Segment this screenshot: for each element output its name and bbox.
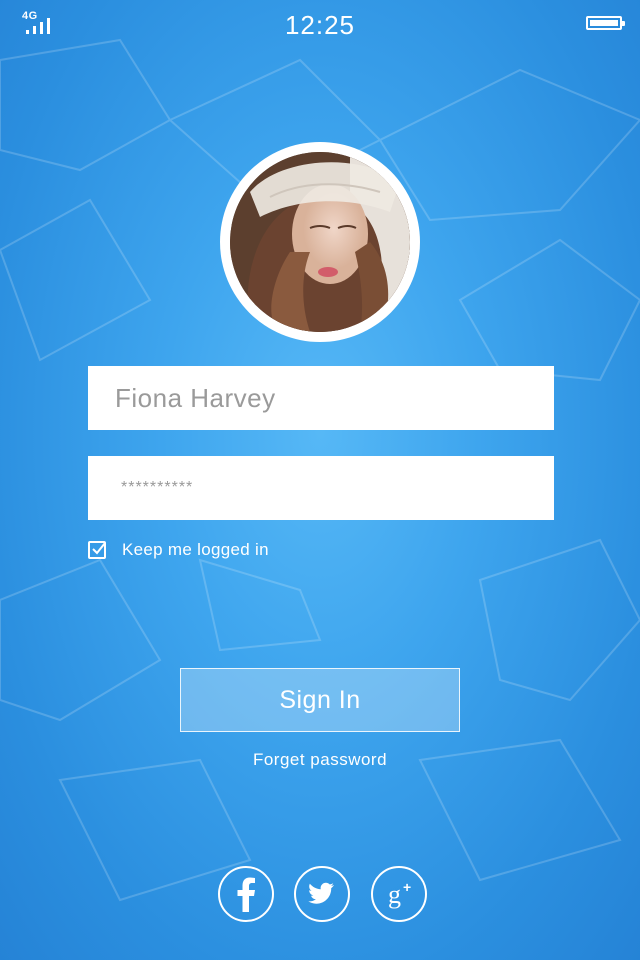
- password-field[interactable]: **********: [88, 456, 554, 520]
- checkmark-icon: [92, 542, 106, 555]
- twitter-icon: [308, 882, 334, 904]
- remember-label: Keep me logged in: [122, 540, 269, 559]
- facebook-button[interactable]: [218, 866, 274, 922]
- svg-text:g: g: [388, 880, 401, 909]
- google-plus-button[interactable]: g +: [371, 866, 427, 922]
- facebook-icon: [237, 877, 255, 912]
- svg-text:+: +: [403, 879, 411, 895]
- remember-me[interactable]: Keep me logged in: [88, 536, 269, 564]
- avatar: [230, 152, 410, 332]
- clock: 12:25: [284, 10, 356, 40]
- google-plus-icon: g +: [388, 879, 411, 909]
- forgot-password-link[interactable]: Forget password: [0, 750, 640, 770]
- battery-icon: [586, 16, 625, 30]
- profile-photo: [230, 152, 410, 332]
- status-bar: 4G 12:25: [0, 0, 640, 48]
- avatar-frame[interactable]: [220, 142, 420, 342]
- remember-checkbox[interactable]: [88, 541, 106, 559]
- username-field[interactable]: Fiona Harvey: [88, 366, 554, 430]
- twitter-button[interactable]: [294, 866, 350, 922]
- sign-in-button[interactable]: Sign In: [180, 668, 460, 732]
